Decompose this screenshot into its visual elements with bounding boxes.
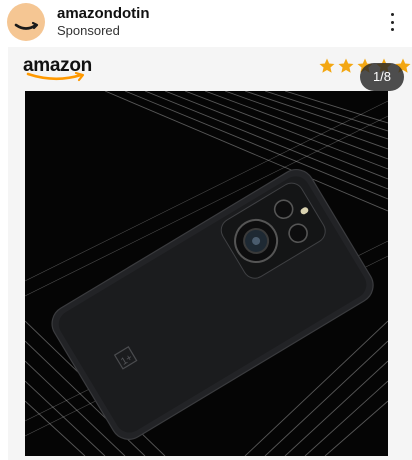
star-icon xyxy=(338,58,354,73)
ad-card[interactable]: amazon 1/8 1+ xyxy=(8,47,412,460)
sponsored-label: Sponsored xyxy=(57,23,120,38)
product-image[interactable]: 1+ xyxy=(25,91,388,456)
amazon-smile-icon xyxy=(14,21,39,30)
account-name[interactable]: amazondotin xyxy=(57,5,150,22)
avatar[interactable] xyxy=(7,3,45,41)
amazon-logo: amazon xyxy=(23,56,92,86)
post-header: amazondotin Sponsored xyxy=(0,0,412,44)
more-vertical-icon xyxy=(390,13,394,16)
product-photo: 1+ xyxy=(25,91,388,456)
star-icon xyxy=(319,58,335,73)
carousel-counter: 1/8 xyxy=(360,63,404,91)
more-vertical-icon xyxy=(390,20,394,24)
more-vertical-icon xyxy=(390,28,394,31)
more-options-button[interactable] xyxy=(384,10,400,34)
amazon-smile-icon xyxy=(26,71,85,82)
